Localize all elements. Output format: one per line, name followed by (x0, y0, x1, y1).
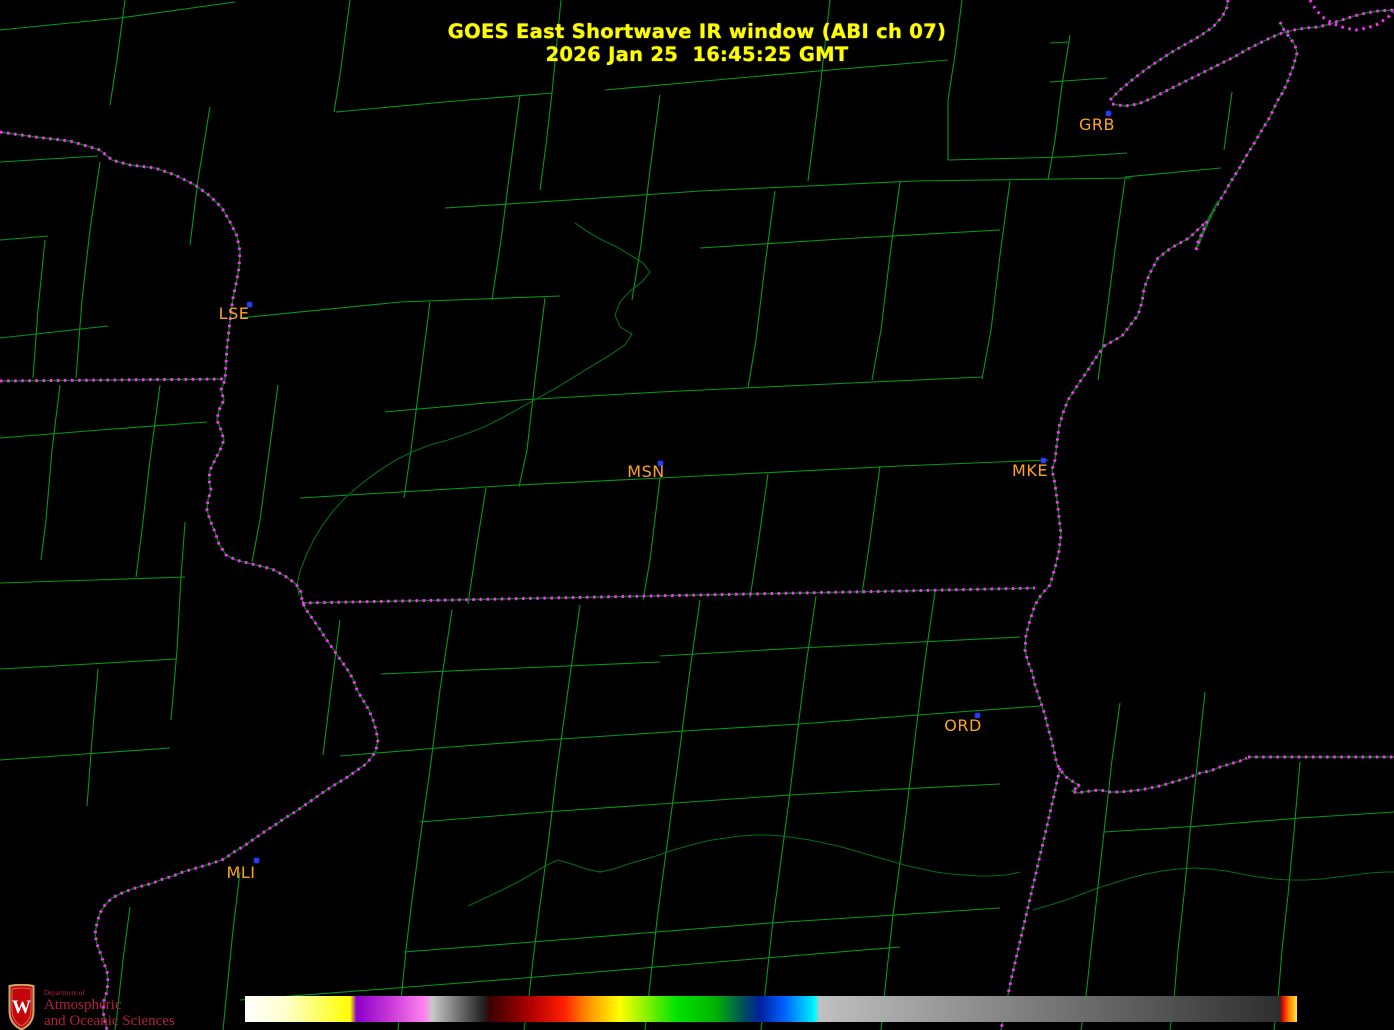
station-label-mke: MKE (1012, 463, 1048, 479)
station-label-ord: ORD (944, 718, 982, 734)
rivers (297, 223, 1394, 910)
station-label-grb: GRB (1079, 117, 1115, 133)
uw-aos-logo: W Department of Atmospheric and Oceanic … (8, 984, 175, 1030)
map-canvas (0, 0, 1394, 1030)
uw-crest-icon: W (8, 984, 35, 1030)
lake-michigan-shore-line-2 (1025, 201, 1247, 793)
logo-dept-line: Department of (44, 989, 175, 997)
station-label-lse: LSE (219, 306, 250, 322)
title-line-2: 2026 Jan 25 16:45:25 GMT (546, 43, 849, 66)
satellite-image-viewport: GOES East Shortwave IR window (ABI ch 07… (0, 0, 1394, 1030)
title-line-1: GOES East Shortwave IR window (ABI ch 07… (448, 20, 946, 43)
product-title: GOES East Shortwave IR window (ABI ch 07… (0, 20, 1394, 66)
logo-name-line2: and Oceanic Sciences (44, 1014, 175, 1029)
station-label-mli: MLI (227, 865, 256, 881)
mn-ia-border-line (0, 379, 225, 381)
station-label-msn: MSN (627, 464, 664, 480)
wi-il-border-line (302, 588, 1035, 603)
logo-text: Department of Atmospheric and Oceanic Sc… (44, 984, 175, 1029)
ir-enhancement-colorbar (245, 996, 1297, 1022)
logo-name-line1: Atmospheric (44, 998, 175, 1013)
state-borders-and-shorelines (0, 0, 1394, 1030)
crest-letter: W (12, 997, 31, 1018)
